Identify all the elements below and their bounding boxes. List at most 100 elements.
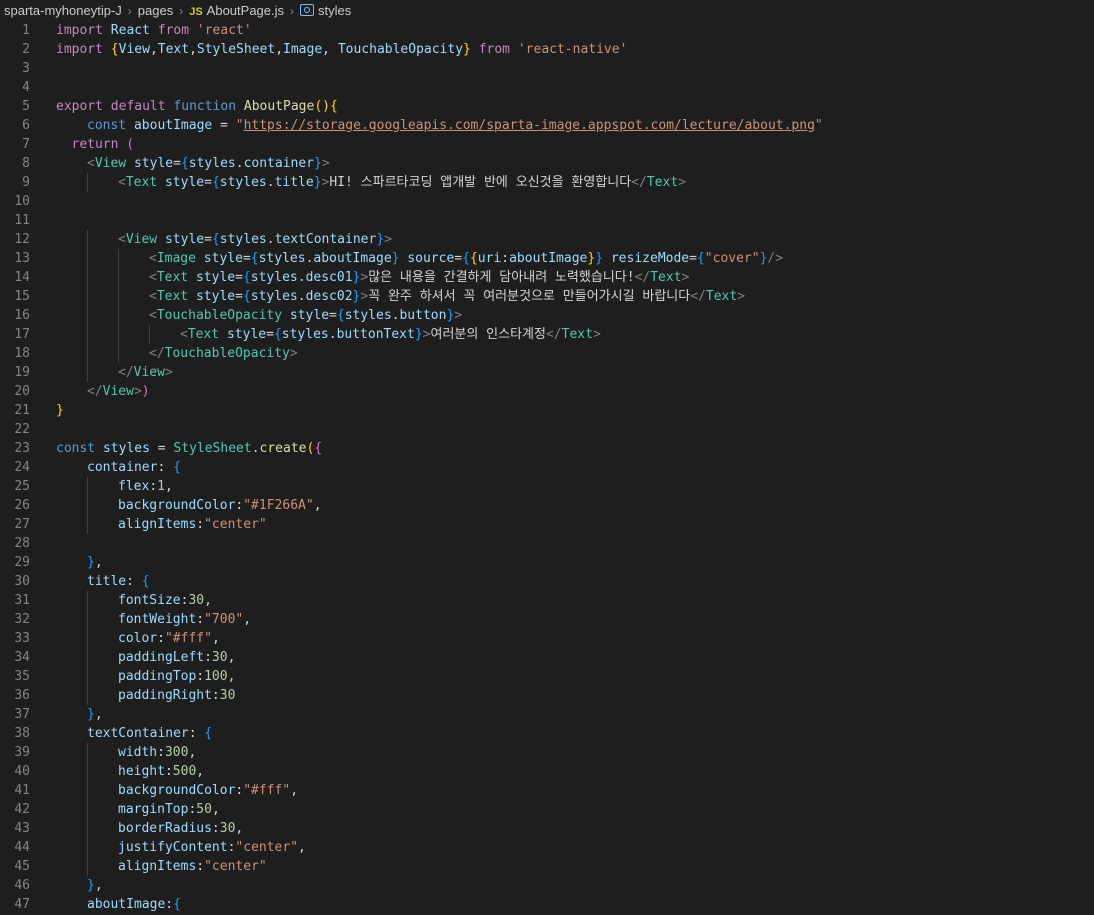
- code-token: ,: [322, 42, 338, 57]
- code-line[interactable]: 30 title: {: [0, 572, 1094, 591]
- breadcrumb-file[interactable]: JS AboutPage.js: [189, 3, 284, 18]
- code-token: >: [678, 175, 686, 190]
- code-line[interactable]: 40 height:500,: [0, 762, 1094, 781]
- code-token: const: [87, 118, 127, 133]
- breadcrumb-folder[interactable]: sparta-myhoneytip-J: [4, 3, 122, 18]
- code-token: Text: [561, 327, 593, 342]
- line-number: 43: [14, 821, 30, 836]
- code-token: return: [71, 137, 119, 152]
- code-token: <: [118, 232, 126, 247]
- code-line[interactable]: 31 fontSize:30,: [0, 591, 1094, 610]
- code-text: fontSize:30,: [118, 591, 212, 610]
- code-text: borderRadius:30,: [118, 819, 243, 838]
- code-line[interactable]: 2 import {View,Text,StyleSheet,Image, Tou…: [0, 40, 1094, 59]
- code-token: View: [125, 232, 158, 247]
- code-line[interactable]: 38 textContainer: {: [0, 724, 1094, 743]
- code-line[interactable]: 3: [0, 59, 1094, 78]
- code-token: TouchableOpacity: [337, 42, 464, 57]
- code-line[interactable]: 24 container: {: [0, 458, 1094, 477]
- code-token: create: [259, 441, 307, 456]
- line-number: 37: [14, 707, 30, 722]
- code-line[interactable]: 42 marginTop:50,: [0, 800, 1094, 819]
- code-line[interactable]: 10: [0, 192, 1094, 211]
- code-line[interactable]: 11: [0, 211, 1094, 230]
- code-line[interactable]: 27 alignItems:"center": [0, 515, 1094, 534]
- code-line[interactable]: 14 <Text style={styles.desc01}>많은 내용을 간결하…: [0, 268, 1094, 287]
- line-number: 29: [14, 555, 30, 570]
- line-number: 47: [14, 897, 30, 912]
- code-line[interactable]: 32 fontWeight:"700",: [0, 610, 1094, 629]
- breadcrumb-symbol[interactable]: styles: [300, 3, 351, 18]
- code-token: style: [203, 251, 243, 266]
- breadcrumb-subfolder[interactable]: pages: [138, 3, 173, 18]
- code-line[interactable]: 8 <View style={styles.container}>: [0, 154, 1094, 173]
- indent-guide: [87, 496, 88, 515]
- code-text: },: [87, 876, 103, 895]
- code-token: Text: [156, 289, 189, 304]
- code-line[interactable]: 13 <Image style={styles.aboutImage} sourc…: [0, 249, 1094, 268]
- code-line[interactable]: 15 <Text style={styles.desc02}>꼭 완주 하셔서 꼭…: [0, 287, 1094, 306]
- line-number: 32: [14, 612, 30, 627]
- line-number: 2: [22, 42, 30, 57]
- code-line[interactable]: 17 <Text style={styles.buttonText}>여러분의 인…: [0, 325, 1094, 344]
- code-line[interactable]: 28: [0, 534, 1094, 553]
- code-token: uri: [477, 251, 502, 266]
- code-token: ,: [243, 612, 252, 627]
- indent-guide: [87, 743, 88, 762]
- code-line[interactable]: 39 width:300,: [0, 743, 1094, 762]
- code-token: ,: [164, 479, 173, 494]
- code-line[interactable]: 47 aboutImage:{: [0, 895, 1094, 914]
- code-line[interactable]: 37},: [0, 705, 1094, 724]
- code-text: },: [87, 705, 103, 724]
- code-line[interactable]: 21}: [0, 401, 1094, 420]
- indent-guide: [87, 838, 88, 857]
- code-token: ,: [196, 764, 205, 779]
- indent-guide: [87, 344, 88, 363]
- code-line[interactable]: 22: [0, 420, 1094, 439]
- code-line[interactable]: 36 paddingRight:30: [0, 686, 1094, 705]
- code-line[interactable]: 23 const styles = StyleSheet.create({: [0, 439, 1094, 458]
- code-line[interactable]: 20 </View>): [0, 382, 1094, 401]
- code-line[interactable]: 7 return (: [0, 135, 1094, 154]
- code-line[interactable]: 12 <View style={styles.textContainer}>: [0, 230, 1094, 249]
- code-line[interactable]: 16 <TouchableOpacity style={styles.button…: [0, 306, 1094, 325]
- code-token: const: [56, 441, 96, 456]
- code-token: Text: [157, 42, 190, 57]
- code-line[interactable]: 35 paddingTop:100,: [0, 667, 1094, 686]
- code-token: 많은 내용을 간결하게 담아내려 노력했습니다!: [368, 270, 635, 285]
- code-token: marginTop: [118, 802, 189, 817]
- code-text: justifyContent:"center",: [118, 838, 306, 857]
- code-line[interactable]: 4: [0, 78, 1094, 97]
- code-token: alignItems: [118, 859, 197, 874]
- code-line[interactable]: 46},: [0, 876, 1094, 895]
- code-line[interactable]: 44 justifyContent:"center",: [0, 838, 1094, 857]
- code-token: styles: [219, 232, 267, 247]
- code-token: styles: [344, 308, 392, 323]
- code-line[interactable]: 6 const aboutImage = "https://storage.goo…: [0, 116, 1094, 135]
- code-line[interactable]: 29},: [0, 553, 1094, 572]
- code-token: {: [173, 460, 181, 475]
- code-token: "#fff": [164, 631, 212, 646]
- code-line[interactable]: 26 backgroundColor:"#1F266A",: [0, 496, 1094, 515]
- code-line[interactable]: 25 flex:1,: [0, 477, 1094, 496]
- code-editor[interactable]: 1 import React from 'react' 2 import {View,…: [0, 21, 1094, 915]
- breadcrumb-file-label: AboutPage.js: [206, 3, 285, 18]
- code-token: TouchableOpacity: [164, 346, 290, 361]
- code-line[interactable]: 45 alignItems:"center": [0, 857, 1094, 876]
- code-token: container: [87, 460, 158, 475]
- code-line[interactable]: 1 import React from 'react': [0, 21, 1094, 40]
- indent-guide: [149, 325, 150, 344]
- code-token: TouchableOpacity: [156, 308, 283, 323]
- indent-guide: [87, 173, 88, 192]
- code-line[interactable]: 43 borderRadius:30,: [0, 819, 1094, 838]
- indent-guide: [87, 686, 88, 705]
- code-line[interactable]: 18 </TouchableOpacity>: [0, 344, 1094, 363]
- code-line[interactable]: 33 color:"#fff",: [0, 629, 1094, 648]
- code-line[interactable]: 9 <Text style={styles.title}>HI! 스파르타코딩 앱…: [0, 173, 1094, 192]
- code-line[interactable]: 19 </View>: [0, 363, 1094, 382]
- code-line[interactable]: 5 export default function AboutPage(){: [0, 97, 1094, 116]
- code-line[interactable]: 34 paddingLeft:30,: [0, 648, 1094, 667]
- code-line[interactable]: 41 backgroundColor:"#fff",: [0, 781, 1094, 800]
- code-token: styles: [250, 289, 298, 304]
